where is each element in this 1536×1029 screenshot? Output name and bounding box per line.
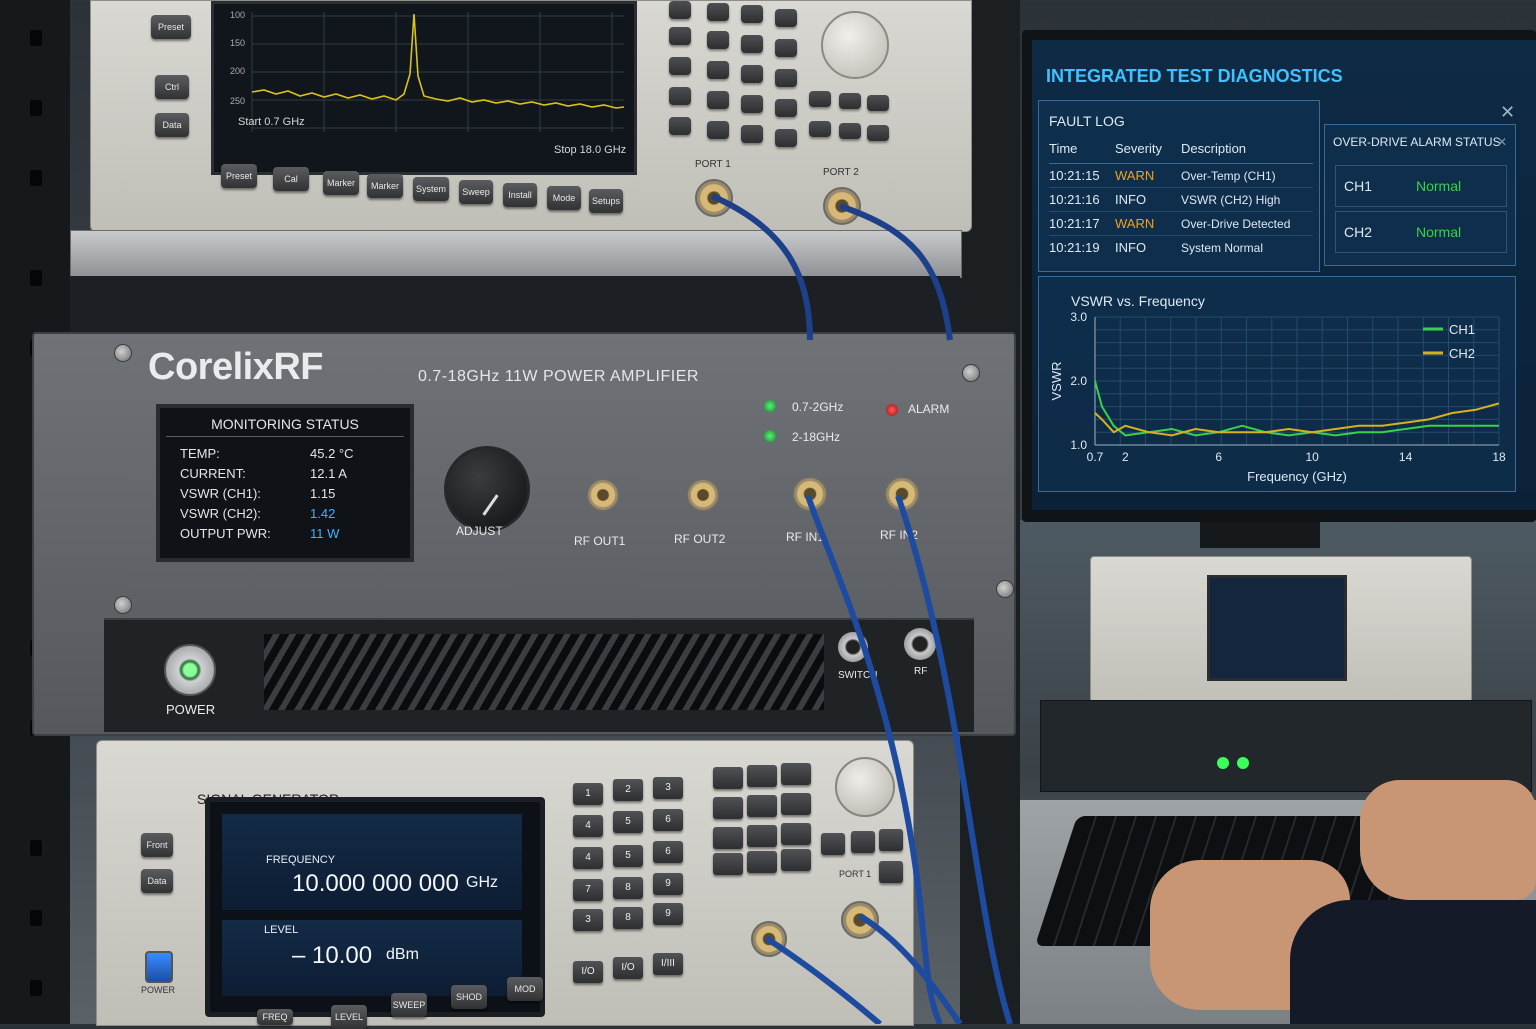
legend-label-ch2: CH2 [1449, 346, 1475, 361]
close-icon[interactable]: ✕ [1500, 102, 1515, 123]
x-tick-label: 0.7 [1087, 450, 1104, 464]
fault-log-panel: FAULT LOG Time Severity Description 10:2… [1038, 100, 1320, 272]
x-tick-label: 2 [1122, 450, 1129, 464]
col-description: Description [1181, 141, 1247, 156]
x-tick-label: 10 [1305, 450, 1319, 464]
legend-label-ch1: CH1 [1449, 322, 1475, 337]
x-tick-label: 14 [1399, 450, 1413, 464]
table-row[interactable]: 10:21:17 WARN Over-Drive Detected [1049, 212, 1313, 236]
alarm-status-title: OVER-DRIVE ALARM STATUS [1333, 135, 1501, 149]
y-tick-label: 3.0 [1070, 310, 1087, 324]
col-time: Time [1049, 141, 1078, 156]
diagnostics-title: INTEGRATED TEST DIAGNOSTICS [1046, 66, 1343, 86]
row-time: 10:21:16 [1049, 192, 1100, 207]
vswr-chart-panel: VSWR vs. Frequency 1.0 2.0 3.0 0.7 2 6 10 14 18 F… [1038, 276, 1516, 492]
operator-sleeve [1290, 900, 1536, 1024]
row-time: 10:21:15 [1049, 168, 1100, 183]
row-description: System Normal [1181, 240, 1264, 255]
y-tick-label: 2.0 [1070, 374, 1087, 388]
alarm-status-panel: OVER-DRIVE ALARM STATUS ✕ CH1 Normal CH2… [1324, 124, 1516, 266]
alarm-row-ch2: CH2 Normal [1335, 211, 1507, 253]
monitor-stand [1200, 522, 1320, 548]
alarm-ch2-status: Normal [1416, 224, 1462, 240]
operator-hand-right [1360, 780, 1536, 900]
diagnostics-screen: INTEGRATED TEST DIAGNOSTICS ✕ FAULT LOG … [1032, 40, 1536, 510]
x-axis-label: Frequency (GHz) [1247, 469, 1347, 484]
background-rack-unit [1040, 700, 1532, 792]
row-description: VSWR (CH2) High [1181, 192, 1281, 207]
background-instrument-screen [1207, 575, 1347, 681]
row-severity: WARN [1115, 216, 1155, 231]
y-tick-label: 1.0 [1070, 438, 1087, 452]
background-instrument [1090, 556, 1472, 710]
row-description: Over-Temp (CH1) [1181, 168, 1276, 183]
row-severity: WARN [1115, 168, 1155, 183]
x-tick-label: 6 [1215, 450, 1222, 464]
table-row[interactable]: 10:21:15 WARN Over-Temp (CH1) [1049, 164, 1313, 188]
fault-log-title: FAULT LOG [1049, 113, 1125, 129]
alarm-ch1-label: CH1 [1344, 178, 1373, 194]
alarm-ch1-status: Normal [1416, 178, 1462, 194]
table-row[interactable]: 10:21:16 INFO VSWR (CH2) High [1049, 188, 1313, 212]
col-severity: Severity [1115, 141, 1162, 156]
row-severity: INFO [1115, 192, 1147, 207]
alarm-close-icon[interactable]: ✕ [1497, 135, 1507, 149]
row-severity: INFO [1115, 240, 1147, 255]
row-time: 10:21:19 [1049, 240, 1100, 255]
alarm-ch2-label: CH2 [1344, 224, 1373, 240]
diagnostics-monitor: INTEGRATED TEST DIAGNOSTICS ✕ FAULT LOG … [1022, 30, 1536, 522]
row-description: Over-Drive Detected [1181, 216, 1291, 231]
y-axis-label: VSWR [1049, 362, 1064, 401]
row-time: 10:21:17 [1049, 216, 1100, 231]
fault-log-header: Time Severity Description [1049, 141, 1313, 164]
alarm-row-ch1: CH1 Normal [1335, 165, 1507, 207]
vswr-chart: 1.0 2.0 3.0 0.7 2 6 10 14 18 Frequency (GHz) VSWR C… [1049, 310, 1506, 484]
x-tick-label: 18 [1492, 450, 1506, 464]
table-row[interactable]: 10:21:19 INFO System Normal [1049, 236, 1313, 259]
